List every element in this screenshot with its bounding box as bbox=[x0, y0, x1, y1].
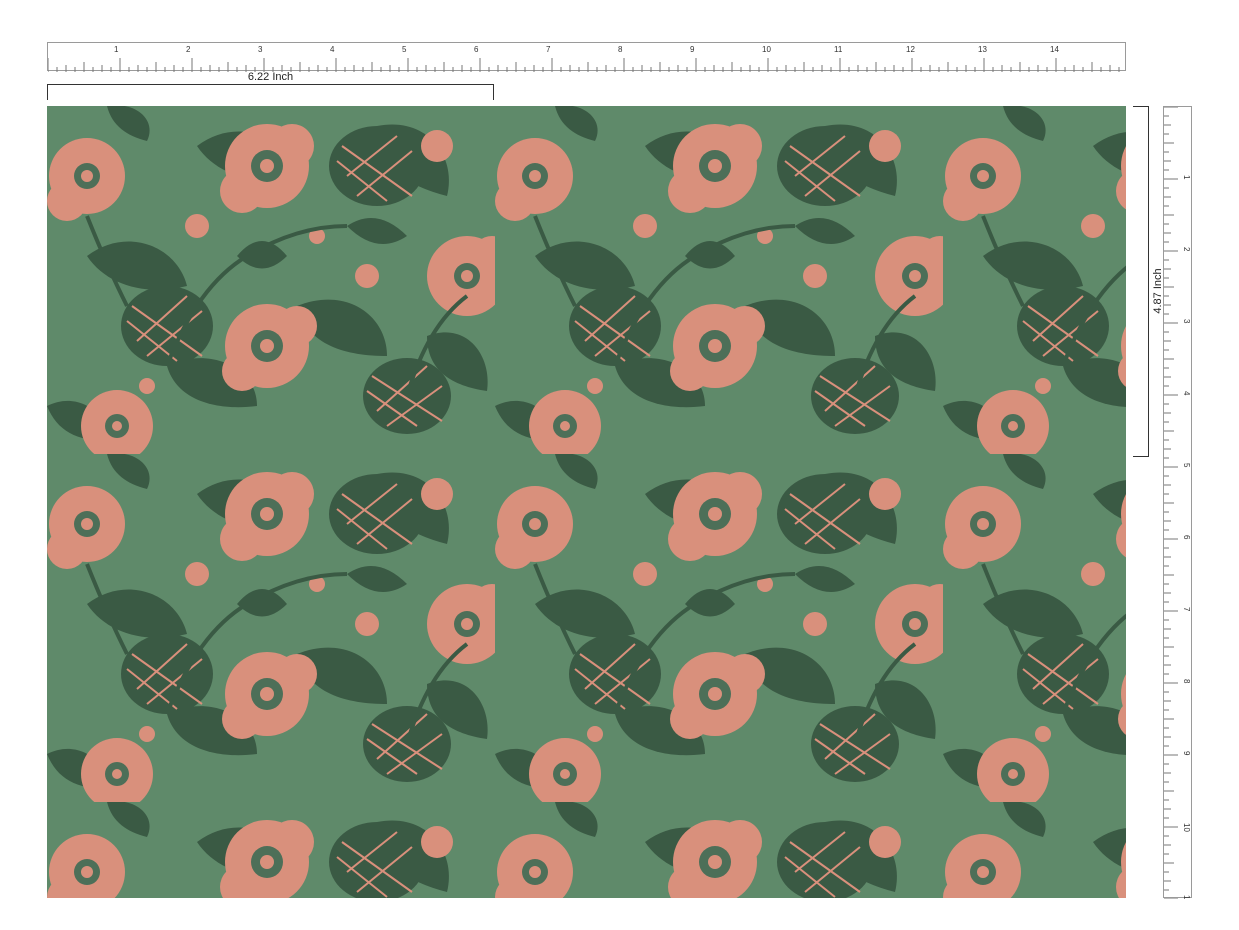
ruler-top-label: 6 bbox=[474, 45, 479, 54]
ruler-top-label: 7 bbox=[546, 45, 551, 54]
ruler-right-label: 5 bbox=[1182, 463, 1191, 468]
ruler-top-label: 5 bbox=[402, 45, 407, 54]
ruler-right-label: 11 bbox=[1182, 895, 1191, 899]
floral-pattern bbox=[47, 106, 1126, 898]
ruler-top-ticks: 1 2 3 4 5 6 7 8 9 10 11 12 13 14 bbox=[48, 45, 1120, 72]
ruler-right: 1 2 3 4 5 6 7 8 9 10 11 bbox=[1163, 106, 1192, 899]
ruler-right-label: 10 bbox=[1182, 823, 1191, 832]
fabric-swatch bbox=[47, 106, 1126, 898]
width-dimension-bracket bbox=[47, 84, 494, 100]
ruler-top-label: 3 bbox=[258, 45, 263, 54]
ruler-top: 1 2 3 4 5 6 7 8 9 10 11 12 13 14 bbox=[47, 42, 1126, 72]
width-dimension-label: 6.22 Inch bbox=[247, 71, 294, 83]
ruler-right-label: 2 bbox=[1182, 247, 1191, 252]
ruler-top-label: 2 bbox=[186, 45, 191, 54]
ruler-right-label: 1 bbox=[1182, 175, 1191, 180]
ruler-right-label: 7 bbox=[1182, 607, 1191, 612]
ruler-top-label: 11 bbox=[834, 45, 843, 54]
ruler-right-label: 9 bbox=[1182, 751, 1191, 756]
ruler-top-label: 12 bbox=[906, 45, 915, 54]
ruler-right-label: 8 bbox=[1182, 679, 1191, 684]
ruler-right-label: 3 bbox=[1182, 319, 1191, 324]
ruler-right-label: 6 bbox=[1182, 535, 1191, 540]
ruler-right-label: 4 bbox=[1182, 391, 1191, 396]
ruler-right-ticks: 1 2 3 4 5 6 7 8 9 10 11 bbox=[1164, 107, 1191, 899]
ruler-top-label: 9 bbox=[690, 45, 695, 54]
ruler-top-label: 8 bbox=[618, 45, 623, 54]
ruler-top-label: 14 bbox=[1050, 45, 1059, 54]
height-dimension-bracket bbox=[1133, 106, 1149, 457]
ruler-top-label: 4 bbox=[330, 45, 335, 54]
ruler-top-label: 13 bbox=[978, 45, 987, 54]
ruler-top-label: 1 bbox=[114, 45, 119, 54]
ruler-top-label: 10 bbox=[762, 45, 771, 54]
